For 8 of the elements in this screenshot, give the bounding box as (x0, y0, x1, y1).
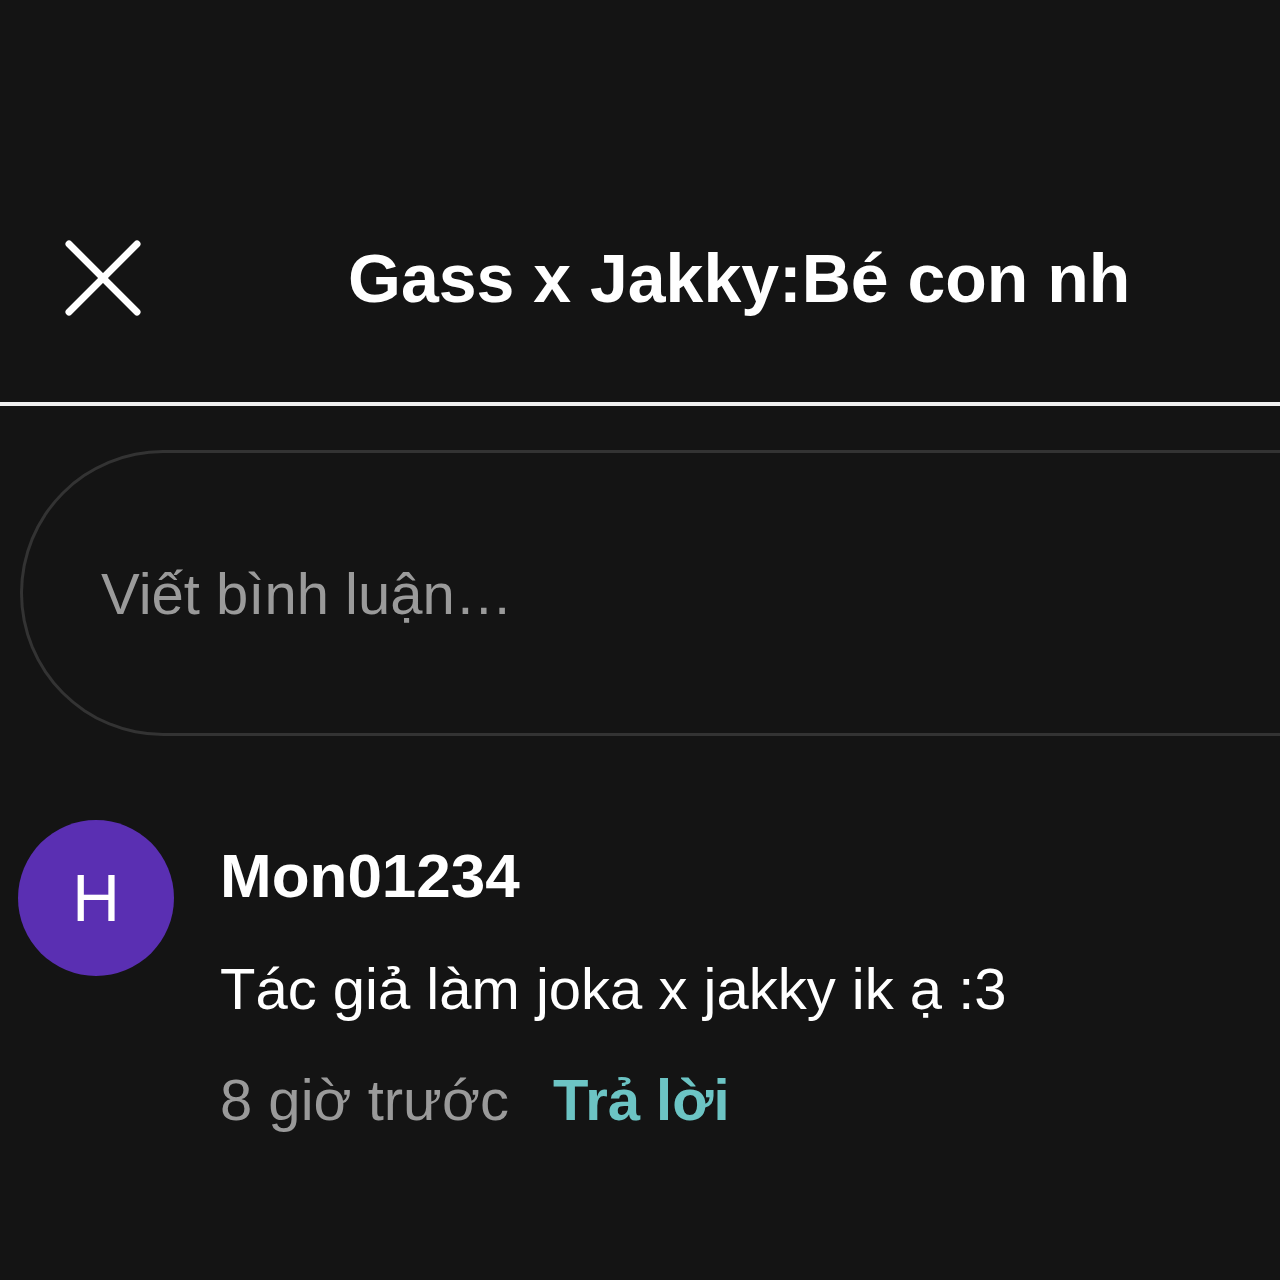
avatar: H (18, 820, 174, 976)
username: Mon01234 (220, 840, 521, 911)
page-title: Gass x Jakky:Bé con nh (348, 238, 1131, 317)
timestamp: 8 giờ trước (220, 1066, 509, 1133)
comment-field[interactable]: Viết bình luận… (20, 450, 1280, 736)
close-icon[interactable] (65, 239, 141, 316)
reply-link[interactable]: Trả lời (552, 1066, 730, 1133)
comment-text: Tác giả làm joka x jakky ik ạ :3 (220, 955, 1007, 1022)
